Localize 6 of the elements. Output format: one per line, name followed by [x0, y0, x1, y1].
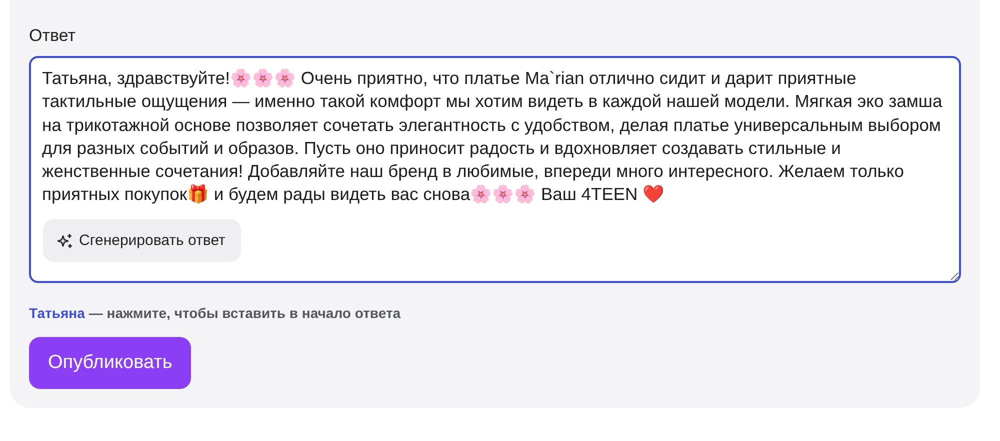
customer-name-link[interactable]: Татьяна — [29, 305, 85, 321]
publish-button[interactable]: Опубликовать — [29, 337, 192, 389]
hint-text: — нажмите, чтобы вставить в начало ответа — [88, 305, 401, 321]
sparkle-icon — [57, 232, 73, 248]
generate-answer-button[interactable]: Сгенерировать ответ — [43, 219, 242, 262]
field-label: Ответ — [29, 26, 77, 46]
